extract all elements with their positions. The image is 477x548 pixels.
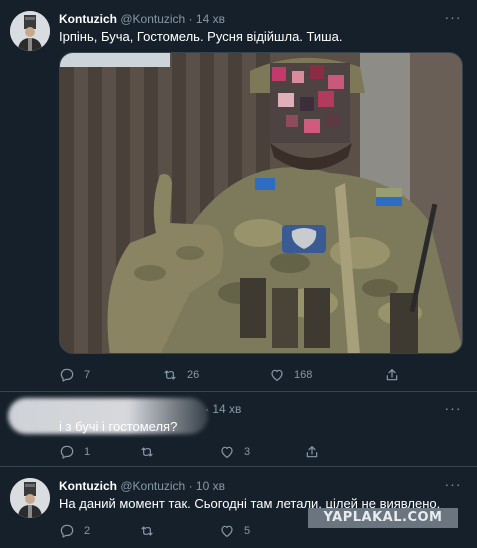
retweet-button[interactable]	[139, 522, 155, 540]
tweet-text: і з бучі і гостомеля?	[59, 419, 178, 434]
retweet-icon	[139, 523, 155, 539]
like-icon	[219, 523, 235, 539]
reply-icon	[59, 367, 75, 383]
soldier-photo	[60, 53, 462, 353]
reply-count: 7	[84, 369, 91, 381]
tweet-actions: 7 26 168	[59, 366, 409, 384]
separator-dot: ·	[188, 479, 193, 493]
author-name[interactable]: Kontuzich	[59, 12, 117, 26]
retweet-count: 26	[187, 369, 200, 381]
author-handle[interactable]: @Kontuzich	[120, 479, 185, 493]
reply-icon	[59, 523, 75, 539]
timestamp[interactable]: 10 хв	[196, 479, 225, 493]
retweet-button[interactable]	[139, 443, 155, 461]
tweet-header: Kontuzich @Kontuzich · 14 хв	[59, 11, 225, 27]
more-options-icon[interactable]: ···	[443, 401, 463, 417]
author-handle[interactable]: @Kontuzich	[120, 12, 185, 26]
watermark: YAPLAKAL.COM	[308, 508, 458, 528]
share-button[interactable]	[384, 366, 400, 384]
reply-button[interactable]: 7	[59, 366, 90, 384]
like-count: 3	[244, 446, 251, 458]
like-count: 5	[244, 525, 251, 537]
timestamp[interactable]: 14 хв	[196, 12, 225, 26]
retweet-button[interactable]: 26	[162, 366, 199, 384]
share-icon	[304, 444, 320, 460]
like-button[interactable]: 3	[219, 443, 250, 461]
like-icon	[269, 367, 285, 383]
reply-icon	[59, 444, 75, 460]
retweet-icon	[139, 444, 155, 460]
separator-dot: ·	[205, 402, 209, 416]
author-name[interactable]: Kontuzich	[59, 479, 117, 493]
like-button[interactable]: 168	[269, 366, 312, 384]
share-icon	[384, 367, 400, 383]
share-button[interactable]	[304, 443, 320, 461]
timestamp[interactable]: 14 хв	[212, 402, 241, 416]
reply-count: 2	[84, 525, 91, 537]
tweet-text: Ірпінь, Буча, Гостомель. Русня відійшла.…	[59, 29, 343, 44]
like-button[interactable]: 5	[219, 522, 250, 540]
tweet-actions: 1 3	[59, 443, 409, 461]
tweet-header: Kontuzich @Kontuzich · 10 хв	[59, 478, 225, 494]
reply-count: 1	[84, 446, 91, 458]
tweet-header: · 14 хв	[205, 401, 241, 417]
reply-button[interactable]: 1	[59, 443, 90, 461]
tweet-photo[interactable]	[59, 52, 463, 354]
like-count: 168	[294, 369, 313, 381]
separator-dot: ·	[188, 12, 193, 26]
more-options-icon[interactable]: ···	[443, 477, 463, 493]
tweet-main[interactable]: Kontuzich @Kontuzich · 14 хв ··· Ірпінь,…	[0, 0, 477, 392]
reply-button[interactable]: 2	[59, 522, 90, 540]
like-icon	[219, 444, 235, 460]
avatar[interactable]	[10, 11, 50, 51]
more-options-icon[interactable]: ···	[443, 10, 463, 26]
avatar[interactable]	[10, 478, 50, 518]
retweet-icon	[162, 367, 178, 383]
